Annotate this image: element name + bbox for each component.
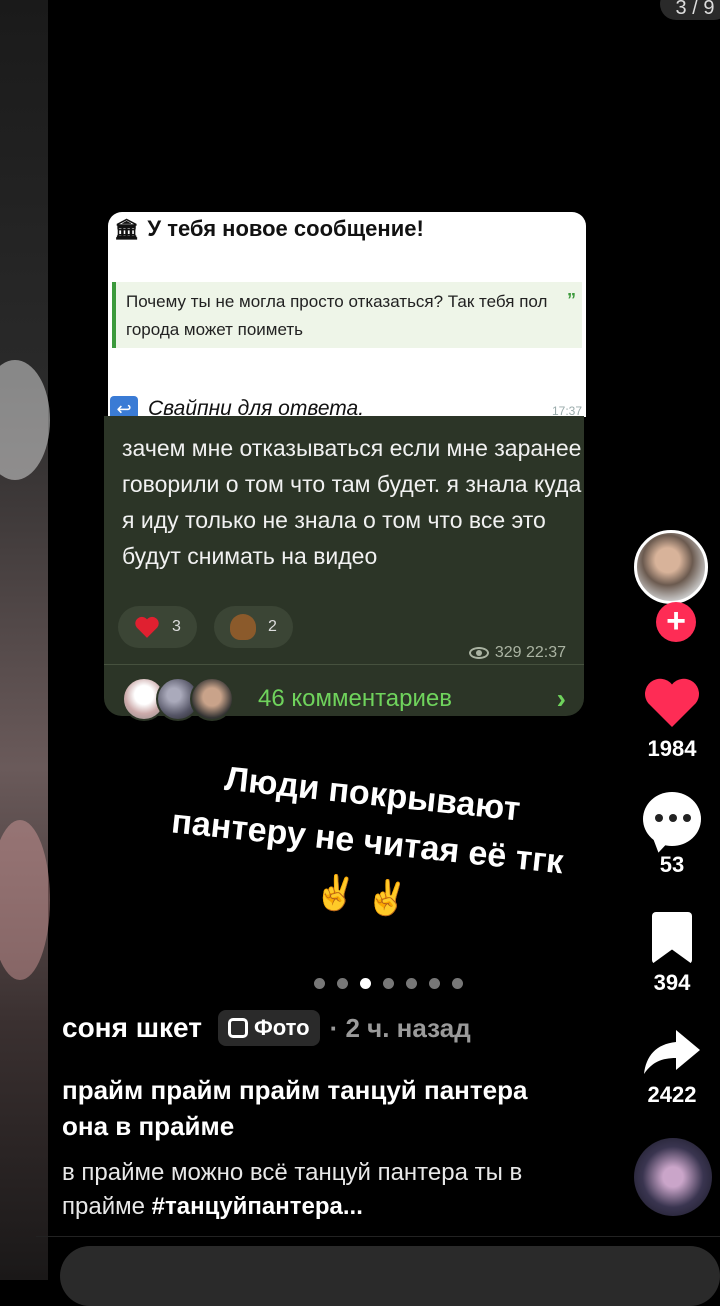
badge-label: Фото <box>253 1015 310 1040</box>
overlay-caption: Люди покрывают пантеру не читая её тгк <box>169 759 566 882</box>
post-time: · 2 ч. назад <box>329 1012 471 1043</box>
quote-icon: ” <box>567 290 576 310</box>
comment-count: 53 <box>659 852 685 877</box>
bookmark-icon[interactable] <box>652 912 692 964</box>
share-count: 2422 <box>647 1082 697 1107</box>
author-avatar[interactable] <box>634 530 708 604</box>
heart-icon[interactable] <box>642 674 702 730</box>
reaction-count: 3 <box>172 618 181 635</box>
carousel-dot[interactable] <box>406 978 417 989</box>
bubble-top-time: 17:37 <box>551 404 582 418</box>
photo-badge: Фото <box>217 1010 320 1046</box>
carousel-dot[interactable] <box>337 978 348 989</box>
reaction-heart: 3 <box>118 606 197 648</box>
follow-button[interactable]: + <box>656 602 696 642</box>
poop-icon <box>230 614 256 640</box>
caption-text[interactable]: в прайме можно всё танцуй пантера ты в п… <box>62 1156 562 1224</box>
comment-button[interactable]: 53 <box>624 792 720 878</box>
carousel-dot[interactable] <box>383 978 394 989</box>
notification-card: 🏛 У тебя новое сообщение! Почему ты не м… <box>108 212 586 422</box>
background-blur <box>0 820 50 980</box>
chevron-right-icon: › <box>556 683 566 714</box>
carousel-dot[interactable] <box>429 978 440 989</box>
views-timestamp: 329 22:37 <box>468 644 566 662</box>
author-name[interactable]: соня шкет <box>62 1012 202 1044</box>
commenter-avatars <box>122 677 234 721</box>
photo-icon <box>227 1018 248 1038</box>
comments-row: 46 комментариев › <box>122 674 566 724</box>
quoted-message: Почему ты не могла просто отказаться? Та… <box>112 282 582 348</box>
notification-title-text: У тебя новое сообщение! <box>147 216 424 241</box>
comment-icon[interactable] <box>643 792 701 846</box>
heart-icon <box>135 616 159 638</box>
carousel-dot[interactable] <box>314 978 325 989</box>
share-button[interactable]: 2422 <box>624 1026 720 1108</box>
quoted-text: Почему ты не могла просто отказаться? Та… <box>126 292 548 339</box>
eye-icon <box>468 647 489 659</box>
divider <box>36 1236 720 1237</box>
notification-title: 🏛 У тебя новое сообщение! <box>114 216 424 242</box>
carousel-indicator[interactable] <box>314 978 463 989</box>
comment-icon-dots <box>655 814 691 822</box>
message-text: зачем мне отказываться если мне заранее … <box>122 435 582 569</box>
music-disc-icon[interactable] <box>634 1138 712 1216</box>
previous-post-edge <box>0 0 50 1280</box>
like-button[interactable]: 1984 <box>624 674 720 762</box>
reaction-poop: 2 <box>214 606 293 648</box>
page-counter: 3 / 9 <box>660 0 720 20</box>
victory-hand-emojis: ✌️ ✌️ <box>312 872 410 920</box>
background-blur <box>0 360 50 480</box>
save-count: 394 <box>653 970 691 995</box>
like-count: 1984 <box>647 736 697 761</box>
divider <box>104 664 584 665</box>
channel-post-bubble: 17:37 зачем мне отказываться если мне за… <box>104 404 584 721</box>
photo-screenshot: 🏛 У тебя новое сообщение! Почему ты не м… <box>96 200 588 740</box>
caption-title: прайм прайм прайм танцуй пантера она в п… <box>62 1075 528 1141</box>
hashtag-link[interactable]: #танцуйпантера... <box>152 1193 363 1220</box>
carousel-dot[interactable] <box>452 978 463 989</box>
author-row: соня шкет Фото · 2 ч. назад <box>62 1010 471 1046</box>
reaction-count: 2 <box>268 618 277 635</box>
share-arrow-icon[interactable] <box>642 1026 702 1076</box>
bell-icon: 🏛 <box>114 218 140 241</box>
comments-label: 46 комментариев <box>258 685 453 712</box>
comment-input-bar[interactable] <box>60 1246 720 1306</box>
save-button[interactable]: 394 <box>624 912 720 996</box>
views-text: 329 22:37 <box>494 644 566 661</box>
carousel-dot[interactable] <box>360 978 371 989</box>
avatar <box>190 677 234 721</box>
